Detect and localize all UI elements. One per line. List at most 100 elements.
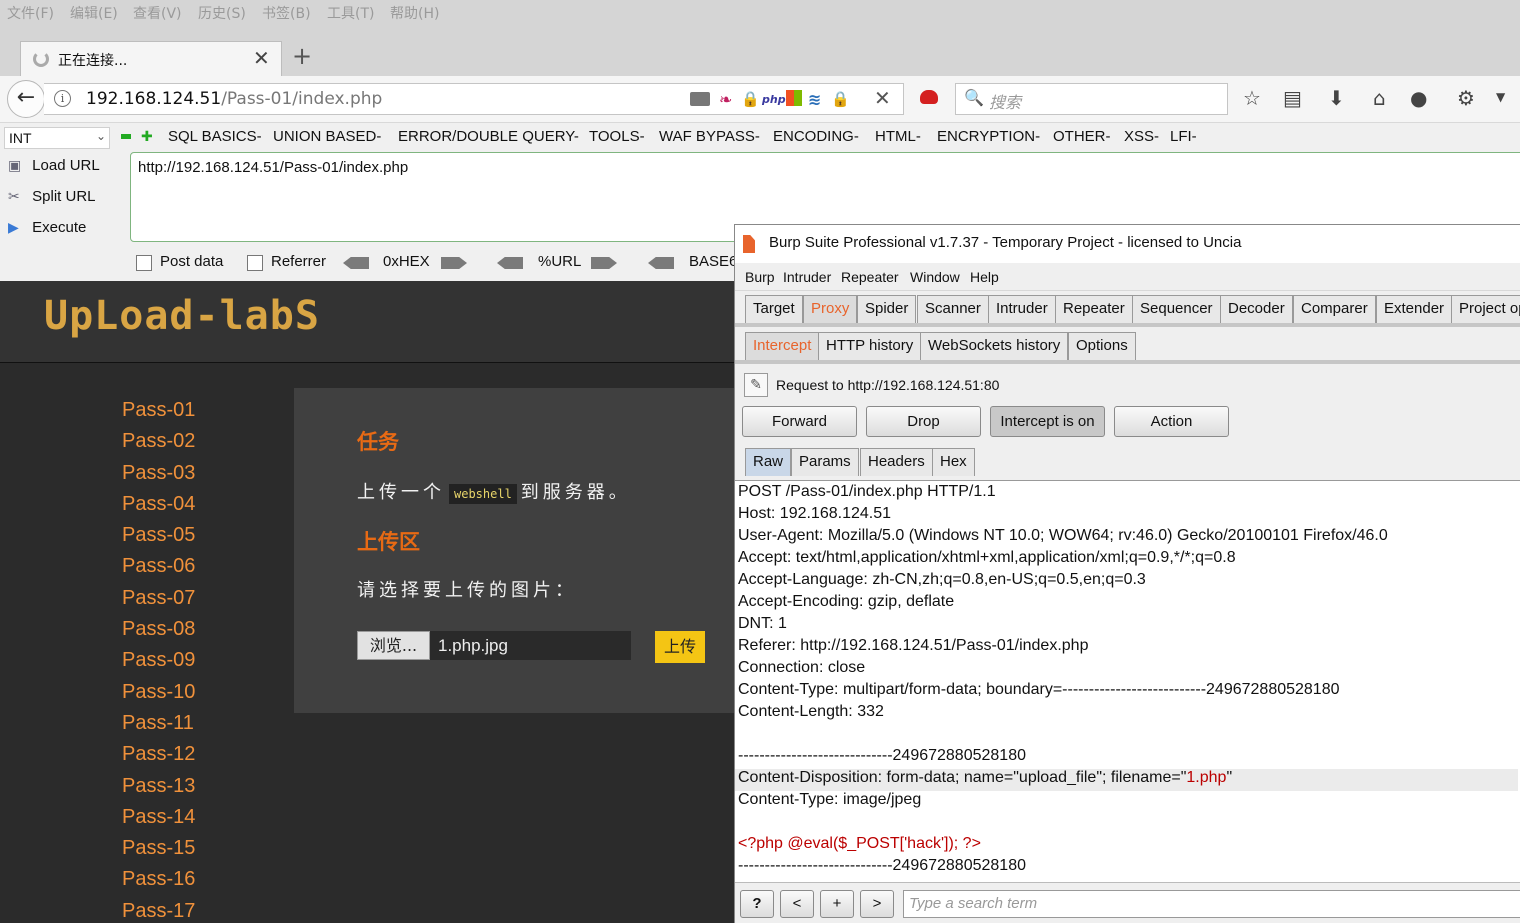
view-tab-params[interactable]: Params bbox=[791, 448, 859, 476]
request-editor[interactable]: POST /Pass-01/index.php HTTP/1.1 Host: 1… bbox=[735, 480, 1520, 882]
forward-button[interactable]: Forward bbox=[742, 406, 857, 437]
execute-button[interactable]: ▶ Execute bbox=[8, 219, 86, 236]
hackbar-menu-tools[interactable]: TOOLS- bbox=[589, 128, 645, 145]
pass-link-06[interactable]: Pass-06 bbox=[122, 555, 195, 586]
load-url-button[interactable]: ▣ Load URL bbox=[8, 157, 100, 174]
menu-tools[interactable]: 工具(T) bbox=[327, 3, 374, 23]
tab-target[interactable]: Target bbox=[745, 295, 803, 323]
menu-bookmarks[interactable]: 书签(B) bbox=[262, 3, 311, 23]
pass-link-15[interactable]: Pass-15 bbox=[122, 837, 195, 868]
add-button[interactable]: + bbox=[820, 890, 854, 918]
info-icon[interactable]: i bbox=[54, 90, 71, 107]
home-icon[interactable]: ⌂ bbox=[1373, 86, 1386, 110]
back-arrow-icon[interactable]: ← bbox=[7, 80, 45, 118]
pass-link-13[interactable]: Pass-13 bbox=[122, 775, 195, 806]
split-url-button[interactable]: ✂ Split URL bbox=[8, 188, 96, 205]
referrer-checkbox[interactable] bbox=[247, 255, 263, 271]
close-icon[interactable]: ✕ bbox=[253, 46, 270, 70]
hackbar-menu-error-double[interactable]: ERROR/DOUBLE QUERY- bbox=[398, 128, 579, 145]
subtab-websockets-history[interactable]: WebSockets history bbox=[920, 332, 1069, 360]
burp-menu-help[interactable]: Help bbox=[970, 269, 999, 285]
menu-history[interactable]: 历史(S) bbox=[198, 3, 246, 23]
tab-sequencer[interactable]: Sequencer bbox=[1132, 295, 1221, 323]
windows-icon[interactable] bbox=[786, 90, 802, 106]
pass-link-04[interactable]: Pass-04 bbox=[122, 493, 195, 524]
burp-menu-repeater[interactable]: Repeater bbox=[841, 269, 899, 285]
settings-icon[interactable]: ⚙ bbox=[1457, 86, 1475, 110]
menu-help[interactable]: 帮助(H) bbox=[390, 3, 439, 23]
download-icon[interactable]: ⬇ bbox=[1328, 86, 1345, 110]
view-tab-raw[interactable]: Raw bbox=[745, 448, 792, 476]
firebug-icon[interactable] bbox=[920, 90, 938, 104]
view-tab-hex[interactable]: Hex bbox=[932, 448, 975, 476]
next-match-button[interactable]: > bbox=[860, 890, 894, 918]
pass-link-14[interactable]: Pass-14 bbox=[122, 806, 195, 837]
pass-link-05[interactable]: Pass-05 bbox=[122, 524, 195, 555]
help-button[interactable]: ? bbox=[740, 890, 774, 918]
pass-link-02[interactable]: Pass-02 bbox=[122, 430, 195, 461]
view-tab-headers[interactable]: Headers bbox=[860, 448, 933, 476]
hackbar-menu-html[interactable]: HTML- bbox=[875, 128, 921, 145]
url-encode-arrow-icon[interactable] bbox=[591, 257, 617, 269]
intercept-toggle-button[interactable]: Intercept is on bbox=[990, 406, 1105, 437]
int-select[interactable]: INT ⌄ bbox=[4, 127, 110, 149]
wappalyzer-icon[interactable]: ≋ bbox=[808, 90, 821, 109]
url-text[interactable]: 192.168.124.51/Pass-01/index.php bbox=[86, 89, 382, 109]
pass-link-10[interactable]: Pass-10 bbox=[122, 681, 195, 712]
tab-proxy[interactable]: Proxy bbox=[803, 295, 858, 323]
search-term-input[interactable]: Type a search term bbox=[903, 890, 1520, 918]
pencil-icon[interactable]: ✎ bbox=[744, 373, 768, 397]
minus-icon[interactable] bbox=[121, 134, 131, 139]
action-button[interactable]: Action bbox=[1114, 406, 1229, 437]
previous-match-button[interactable]: < bbox=[780, 890, 814, 918]
burp-menu-window[interactable]: Window bbox=[910, 269, 960, 285]
hackbar-menu-encryption[interactable]: ENCRYPTION- bbox=[937, 128, 1040, 145]
browse-button[interactable]: 浏览... bbox=[357, 631, 430, 660]
subtab-options[interactable]: Options bbox=[1068, 332, 1136, 360]
pass-link-03[interactable]: Pass-03 bbox=[122, 462, 195, 493]
hex-encode-arrow-icon[interactable] bbox=[441, 257, 467, 269]
tab-decoder[interactable]: Decoder bbox=[1220, 295, 1293, 323]
base64-decode-arrow-icon[interactable] bbox=[648, 257, 674, 269]
tab-spider[interactable]: Spider bbox=[857, 295, 917, 323]
tab-extender[interactable]: Extender bbox=[1376, 295, 1453, 323]
pass-link-17[interactable]: Pass-17 bbox=[122, 900, 195, 923]
pass-link-12[interactable]: Pass-12 bbox=[122, 743, 195, 774]
hackbar-menu-other[interactable]: OTHER- bbox=[1053, 128, 1111, 145]
pass-link-16[interactable]: Pass-16 bbox=[122, 868, 195, 899]
menu-file[interactable]: 文件(F) bbox=[7, 3, 54, 23]
server-icon[interactable] bbox=[690, 92, 710, 106]
lock-icon[interactable]: 🔒 bbox=[741, 90, 760, 108]
hackbar-menu-lfi[interactable]: LFI- bbox=[1170, 128, 1197, 145]
browser-tab[interactable]: 正在连接... ✕ bbox=[20, 41, 282, 76]
pass-link-11[interactable]: Pass-11 bbox=[122, 712, 195, 743]
globe-icon[interactable]: ● bbox=[1410, 86, 1427, 110]
drop-button[interactable]: Drop bbox=[866, 406, 981, 437]
search-bar[interactable]: 🔍 搜索 bbox=[955, 83, 1228, 115]
hex-decode-arrow-icon[interactable] bbox=[343, 257, 369, 269]
url-bar[interactable]: i 192.168.124.51/Pass-01/index.php ❧ 🔒 p… bbox=[44, 83, 904, 115]
hackbar-menu-waf-bypass[interactable]: WAF BYPASS- bbox=[659, 128, 760, 145]
hackbar-menu-xss[interactable]: XSS- bbox=[1124, 128, 1159, 145]
chevron-down-icon[interactable]: ▼ bbox=[1496, 90, 1505, 104]
subtab-http-history[interactable]: HTTP history bbox=[818, 332, 922, 360]
feather-icon[interactable]: ❧ bbox=[719, 90, 732, 109]
php-icon[interactable]: php bbox=[762, 93, 786, 111]
pass-link-09[interactable]: Pass-09 bbox=[122, 649, 195, 680]
tab-intruder[interactable]: Intruder bbox=[988, 295, 1056, 323]
pass-link-01[interactable]: Pass-01 bbox=[122, 399, 195, 430]
menu-view[interactable]: 查看(V) bbox=[133, 3, 182, 23]
bookmark-star-icon[interactable]: ☆ bbox=[1243, 86, 1261, 110]
pass-link-07[interactable]: Pass-07 bbox=[122, 587, 195, 618]
url-decode-arrow-icon[interactable] bbox=[497, 257, 523, 269]
stop-close-icon[interactable]: ✕ bbox=[874, 86, 891, 110]
upload-submit-button[interactable]: 上传 bbox=[655, 631, 705, 663]
burp-menu-burp[interactable]: Burp bbox=[745, 269, 775, 285]
menu-edit[interactable]: 编辑(E) bbox=[70, 3, 118, 23]
burp-menu-intruder[interactable]: Intruder bbox=[783, 269, 831, 285]
hackbar-menu-union-based[interactable]: UNION BASED- bbox=[273, 128, 381, 145]
pass-link-08[interactable]: Pass-08 bbox=[122, 618, 195, 649]
tab-repeater[interactable]: Repeater bbox=[1055, 295, 1133, 323]
reading-list-icon[interactable]: ▤ bbox=[1283, 86, 1302, 110]
tab-scanner[interactable]: Scanner bbox=[917, 295, 989, 323]
